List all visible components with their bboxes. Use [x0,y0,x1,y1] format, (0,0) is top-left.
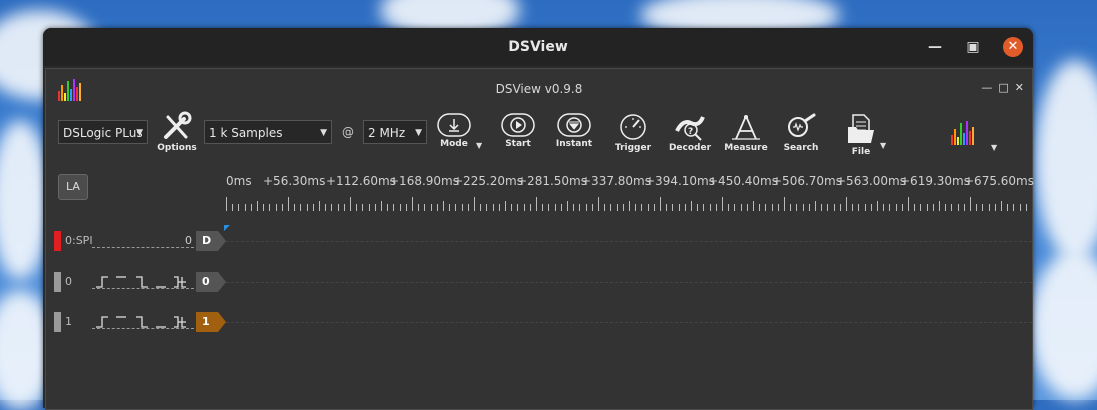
chevron-down-icon: ▼ [320,128,327,138]
channel-tag-label: 1 [202,315,210,328]
instant-label: Instant [555,139,593,149]
app-title: DSView v0.9.8 [495,82,583,96]
start-label: Start [505,139,531,149]
channel-baseline [92,288,194,289]
channel-value: 0 [185,234,192,247]
instant-button[interactable]: Instant [544,113,604,149]
channel-row-1[interactable]: 1 1 [54,312,1034,332]
app-minimize-icon[interactable]: — [981,81,992,94]
samples-select[interactable]: 1 k Samples ▼ [204,120,332,144]
app-logo-icon [58,77,81,101]
mode-dropdown-icon[interactable]: ▼ [476,141,482,150]
window-titlebar[interactable]: DSView — ▣ ✕ [43,28,1033,66]
cursor-marker-icon [224,225,230,231]
ruler-label: +337.80ms [581,174,651,188]
ruler-label: +506.70ms [772,174,842,188]
at-symbol: @ [342,125,354,139]
options-button[interactable]: Options [147,111,207,153]
device-logo-icon[interactable] [951,119,974,145]
channel-name: 1 [65,315,72,328]
search-button[interactable]: Search [771,113,831,153]
chevron-down-icon: ▼ [415,128,422,138]
app-window: DSView v0.9.8 — □ ✕ DSLogic PLus ▼ Optio… [45,68,1034,410]
mode-button[interactable]: Mode [424,113,484,149]
channel-tag[interactable] [196,231,228,251]
close-icon[interactable]: ✕ [1003,37,1023,57]
ruler-label: +563.00ms [836,174,906,188]
app-maximize-icon[interactable]: □ [998,81,1008,94]
ruler-label: +394.10ms [645,174,715,188]
channel-color-marker[interactable] [54,231,61,251]
channel-name: 0 [65,275,72,288]
gauge-icon [620,114,646,140]
instant-icon [557,113,591,137]
channel-tag-label: D [202,234,212,247]
maximize-icon[interactable]: ▣ [965,39,981,55]
channel-color-marker[interactable] [54,312,61,332]
device-dropdown-icon[interactable]: ▼ [991,143,997,152]
decoder-button[interactable]: ? Decoder [660,113,720,153]
channel-grid-line [226,282,1032,283]
measure-button[interactable]: Measure [716,113,776,153]
device-select[interactable]: DSLogic PLus ▼ [58,120,148,144]
measure-label: Measure [724,143,768,153]
ruler-label: +56.30ms [263,174,326,188]
app-close-icon[interactable]: ✕ [1015,81,1024,94]
search-icon [788,113,816,137]
decoder-icon: ? [675,116,705,141]
ruler-label: +168.90ms [389,174,459,188]
app-titlebar: DSView v0.9.8 [46,69,1032,109]
channel-grid-line [226,241,1032,242]
start-button[interactable]: Start [488,113,548,149]
channel-baseline [92,328,194,329]
download-icon [437,113,471,137]
ruler-label: 0ms [226,174,252,188]
channel-row-0[interactable]: 0 0 [54,272,1034,292]
minimize-icon[interactable]: — [927,39,943,55]
ruler-label: +281.50ms [517,174,587,188]
channel-tag[interactable] [196,312,228,332]
channel-tag-label: 0 [202,275,210,288]
channel-tag[interactable] [196,272,228,292]
samples-value: 1 k Samples [209,126,283,140]
ruler-label: +112.60ms [326,174,396,188]
window-title: DSView [508,39,568,55]
options-label: Options [157,143,197,153]
channel-baseline [92,247,194,248]
svg-text:?: ? [688,127,693,137]
la-button[interactable]: LA [58,174,88,200]
search-label: Search [783,143,819,153]
ruler-ticks [226,197,1027,211]
rate-select[interactable]: 2 MHz ▼ [363,120,427,144]
channel-grid-line [226,322,1032,323]
folder-icon [848,114,874,143]
mode-label: Mode [440,139,468,149]
ruler-label: +225.20ms [453,174,523,188]
chevron-down-icon: ▼ [136,128,143,138]
ruler-label: +619.30ms [900,174,970,188]
file-dropdown-icon[interactable]: ▼ [880,141,886,150]
wrench-icon [164,111,192,139]
trigger-button[interactable]: Trigger [603,113,663,153]
file-button[interactable]: File [831,113,891,157]
channel-name: 0:SPI [65,234,93,247]
play-icon [501,113,535,137]
compass-icon [732,115,760,140]
channel-row-spi[interactable]: 0:SPI 0 D [54,225,1034,251]
device-select-value: DSLogic PLus [63,126,143,140]
trigger-label: Trigger [614,143,652,153]
channel-color-marker[interactable] [54,272,61,292]
ruler-label: +675.60ms [964,174,1034,188]
ruler-label: +450.40ms [708,174,778,188]
decoder-label: Decoder [668,143,712,153]
rate-value: 2 MHz [368,126,406,140]
